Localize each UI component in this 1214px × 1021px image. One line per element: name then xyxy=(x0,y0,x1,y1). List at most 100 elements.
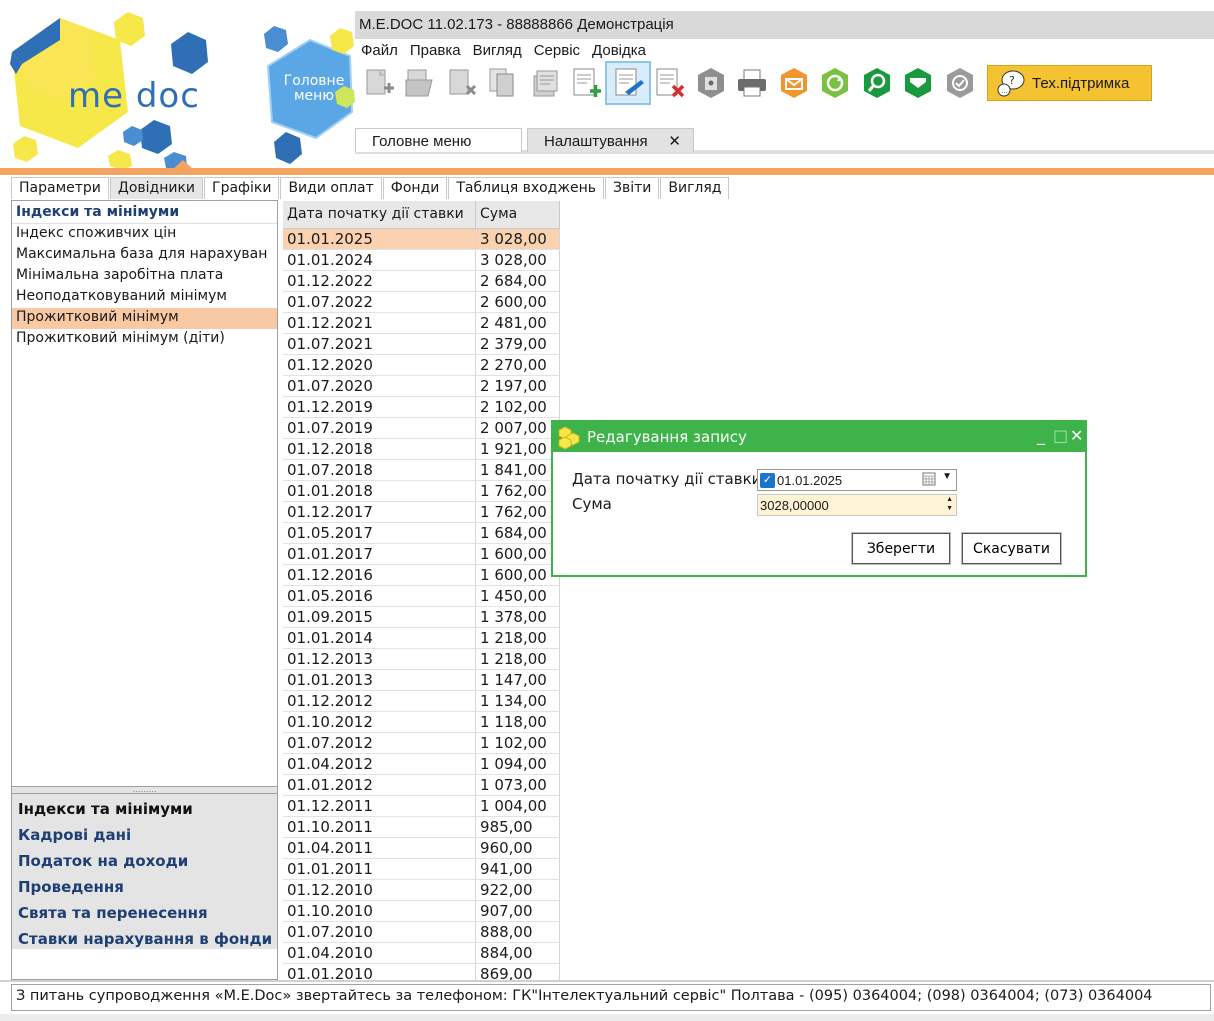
table-row[interactable]: 01.04.2012 1 094,00 xyxy=(283,753,560,775)
tab-parameters[interactable]: Параметри xyxy=(11,177,109,199)
main-menu-hex-button[interactable]: Головне меню xyxy=(276,74,352,104)
directory-list-item[interactable]: Прожитковий мінімум (діти) xyxy=(12,329,277,350)
panel-splitter[interactable]: ……… xyxy=(12,786,277,794)
dropdown-arrow-icon[interactable]: ▼ xyxy=(942,471,952,482)
table-row[interactable]: 01.09.2015 1 378,00 xyxy=(283,606,560,628)
menu-view[interactable]: Вигляд xyxy=(467,40,528,62)
dialog-title-bar[interactable]: Редагування запису xyxy=(553,422,1085,452)
column-header-sum[interactable]: Сума xyxy=(475,201,560,229)
table-row[interactable]: 01.12.2018 1 921,00 xyxy=(283,438,560,460)
directory-group-link[interactable]: Індекси та мінімуми xyxy=(12,797,277,823)
table-row[interactable]: 01.07.2022 2 600,00 xyxy=(283,291,560,313)
maximize-button[interactable]: □ xyxy=(1053,426,1068,445)
tab-schedules[interactable]: Графіки xyxy=(204,177,280,199)
print-button[interactable] xyxy=(732,63,774,103)
table-row[interactable]: 01.07.2020 2 197,00 xyxy=(283,375,560,397)
table-row[interactable]: 01.05.2017 1 684,00 xyxy=(283,522,560,544)
edit-record-button[interactable] xyxy=(605,61,651,105)
table-row[interactable]: 01.12.2010 922,00 xyxy=(283,879,560,901)
directory-list-item[interactable]: Мінімальна заробітна плата xyxy=(12,266,277,287)
verify-button[interactable] xyxy=(939,63,981,103)
table-row[interactable]: 01.01.2018 1 762,00 xyxy=(283,480,560,502)
directory-group-link[interactable]: Проведення xyxy=(12,875,277,901)
table-row[interactable]: 01.12.2012 1 134,00 xyxy=(283,690,560,712)
tab-view[interactable]: Вигляд xyxy=(660,177,730,199)
open-document-button[interactable] xyxy=(400,63,442,103)
search-button[interactable] xyxy=(856,63,898,103)
directory-list-item[interactable]: Неоподатковуваний мінімум xyxy=(12,287,277,308)
menu-edit[interactable]: Правка xyxy=(404,40,467,62)
table-row[interactable]: 01.12.2019 2 102,00 xyxy=(283,396,560,418)
minimize-button[interactable]: _ xyxy=(1037,426,1045,445)
tab-funds[interactable]: Фонди xyxy=(382,177,448,199)
sum-cell: 1 600,00 xyxy=(475,543,560,565)
directory-group-link[interactable]: Свята та перенесення xyxy=(12,901,277,927)
send-mail-button[interactable] xyxy=(773,63,815,103)
sum-cell: 869,00 xyxy=(475,963,560,980)
directory-group-link[interactable]: Кадрові дані xyxy=(12,823,277,849)
table-row[interactable]: 01.12.2013 1 218,00 xyxy=(283,648,560,670)
sum-cell: 3 028,00 xyxy=(475,228,560,250)
sum-value: 3028,00000 xyxy=(760,498,829,513)
tab-inclusion-table[interactable]: Таблиця входжень xyxy=(448,177,604,199)
table-row[interactable]: 01.07.2010 888,00 xyxy=(283,921,560,943)
cancel-button[interactable]: Скасувати xyxy=(962,533,1061,564)
table-row[interactable]: 01.07.2012 1 102,00 xyxy=(283,732,560,754)
table-row[interactable]: 01.04.2010 884,00 xyxy=(283,942,560,964)
tab-settings[interactable]: Налаштування ✕ xyxy=(527,128,694,152)
table-row[interactable]: 01.04.2011 960,00 xyxy=(283,837,560,859)
table-row[interactable]: 01.05.2016 1 450,00 xyxy=(283,585,560,607)
close-dialog-button[interactable]: ✕ xyxy=(1070,426,1083,445)
directory-group-link[interactable]: Податок на доходи xyxy=(12,849,277,875)
table-row[interactable]: 01.01.2012 1 073,00 xyxy=(283,774,560,796)
refresh-button[interactable] xyxy=(815,63,857,103)
table-row[interactable]: 01.07.2021 2 379,00 xyxy=(283,333,560,355)
copy-button[interactable] xyxy=(483,63,525,103)
table-row[interactable]: 01.01.2014 1 218,00 xyxy=(283,627,560,649)
tab-main-menu[interactable]: Головне меню xyxy=(355,128,522,152)
table-row[interactable]: 01.01.2010 869,00 xyxy=(283,963,560,980)
menu-help[interactable]: Довідка xyxy=(586,40,652,62)
table-row[interactable]: 01.12.2022 2 684,00 xyxy=(283,270,560,292)
menu-service[interactable]: Сервіс xyxy=(528,40,586,62)
stack-button[interactable] xyxy=(524,63,566,103)
menu-file[interactable]: Файл xyxy=(355,40,404,62)
add-record-button[interactable] xyxy=(566,63,608,103)
table-row[interactable]: 01.01.2013 1 147,00 xyxy=(283,669,560,691)
table-row[interactable]: 01.01.2017 1 600,00 xyxy=(283,543,560,565)
date-field[interactable]: ✓ 01.01.2025 ▼ xyxy=(757,469,957,491)
tab-reports[interactable]: Звіти xyxy=(604,177,660,199)
table-row[interactable]: 01.01.2024 3 028,00 xyxy=(283,249,560,271)
table-row[interactable]: 01.07.2019 2 007,00 xyxy=(283,417,560,439)
table-row[interactable]: 01.10.2010 907,00 xyxy=(283,900,560,922)
tech-support-button[interactable]: ?… Тех.підтримка xyxy=(987,65,1152,101)
directory-list-item[interactable]: Індекс споживчих цін xyxy=(12,224,277,245)
directory-list-item[interactable]: Максимальна база для нарахуван xyxy=(12,245,277,266)
new-document-button[interactable] xyxy=(358,63,400,103)
table-row[interactable]: 01.12.2016 1 600,00 xyxy=(283,564,560,586)
table-row[interactable]: 01.12.2021 2 481,00 xyxy=(283,312,560,334)
save-button[interactable]: Зберегти xyxy=(852,533,950,564)
directory-list-item[interactable]: Прожитковий мінімум xyxy=(12,308,277,329)
table-row[interactable]: 01.12.2020 2 270,00 xyxy=(283,354,560,376)
table-row[interactable]: 01.12.2011 1 004,00 xyxy=(283,795,560,817)
date-checkbox-icon[interactable]: ✓ xyxy=(760,472,775,488)
table-row[interactable]: 01.07.2018 1 841,00 xyxy=(283,459,560,481)
delete-record-button[interactable] xyxy=(649,63,691,103)
directory-group-link[interactable]: Ставки нарахування в фонди xyxy=(12,927,277,953)
calendar-icon[interactable] xyxy=(922,472,936,489)
spinner-icon[interactable]: ▲ ▼ xyxy=(946,495,953,513)
tab-directories[interactable]: Довідники xyxy=(109,177,204,199)
table-row[interactable]: 01.10.2011 985,00 xyxy=(283,816,560,838)
table-row[interactable]: 01.10.2012 1 118,00 xyxy=(283,711,560,733)
table-row[interactable]: 01.01.2025 3 028,00 xyxy=(283,228,560,250)
delete-document-button[interactable] xyxy=(441,63,483,103)
inbox-button[interactable] xyxy=(898,63,940,103)
table-row[interactable]: 01.01.2011 941,00 xyxy=(283,858,560,880)
table-row[interactable]: 01.12.2017 1 762,00 xyxy=(283,501,560,523)
sum-field[interactable]: 3028,00000 ▲ ▼ xyxy=(757,494,957,516)
close-tab-icon[interactable]: ✕ xyxy=(668,132,681,150)
tab-payment-types[interactable]: Види оплат xyxy=(280,177,382,199)
archive-button[interactable] xyxy=(690,63,732,103)
column-header-date[interactable]: Дата початку дії ставки xyxy=(283,201,477,229)
